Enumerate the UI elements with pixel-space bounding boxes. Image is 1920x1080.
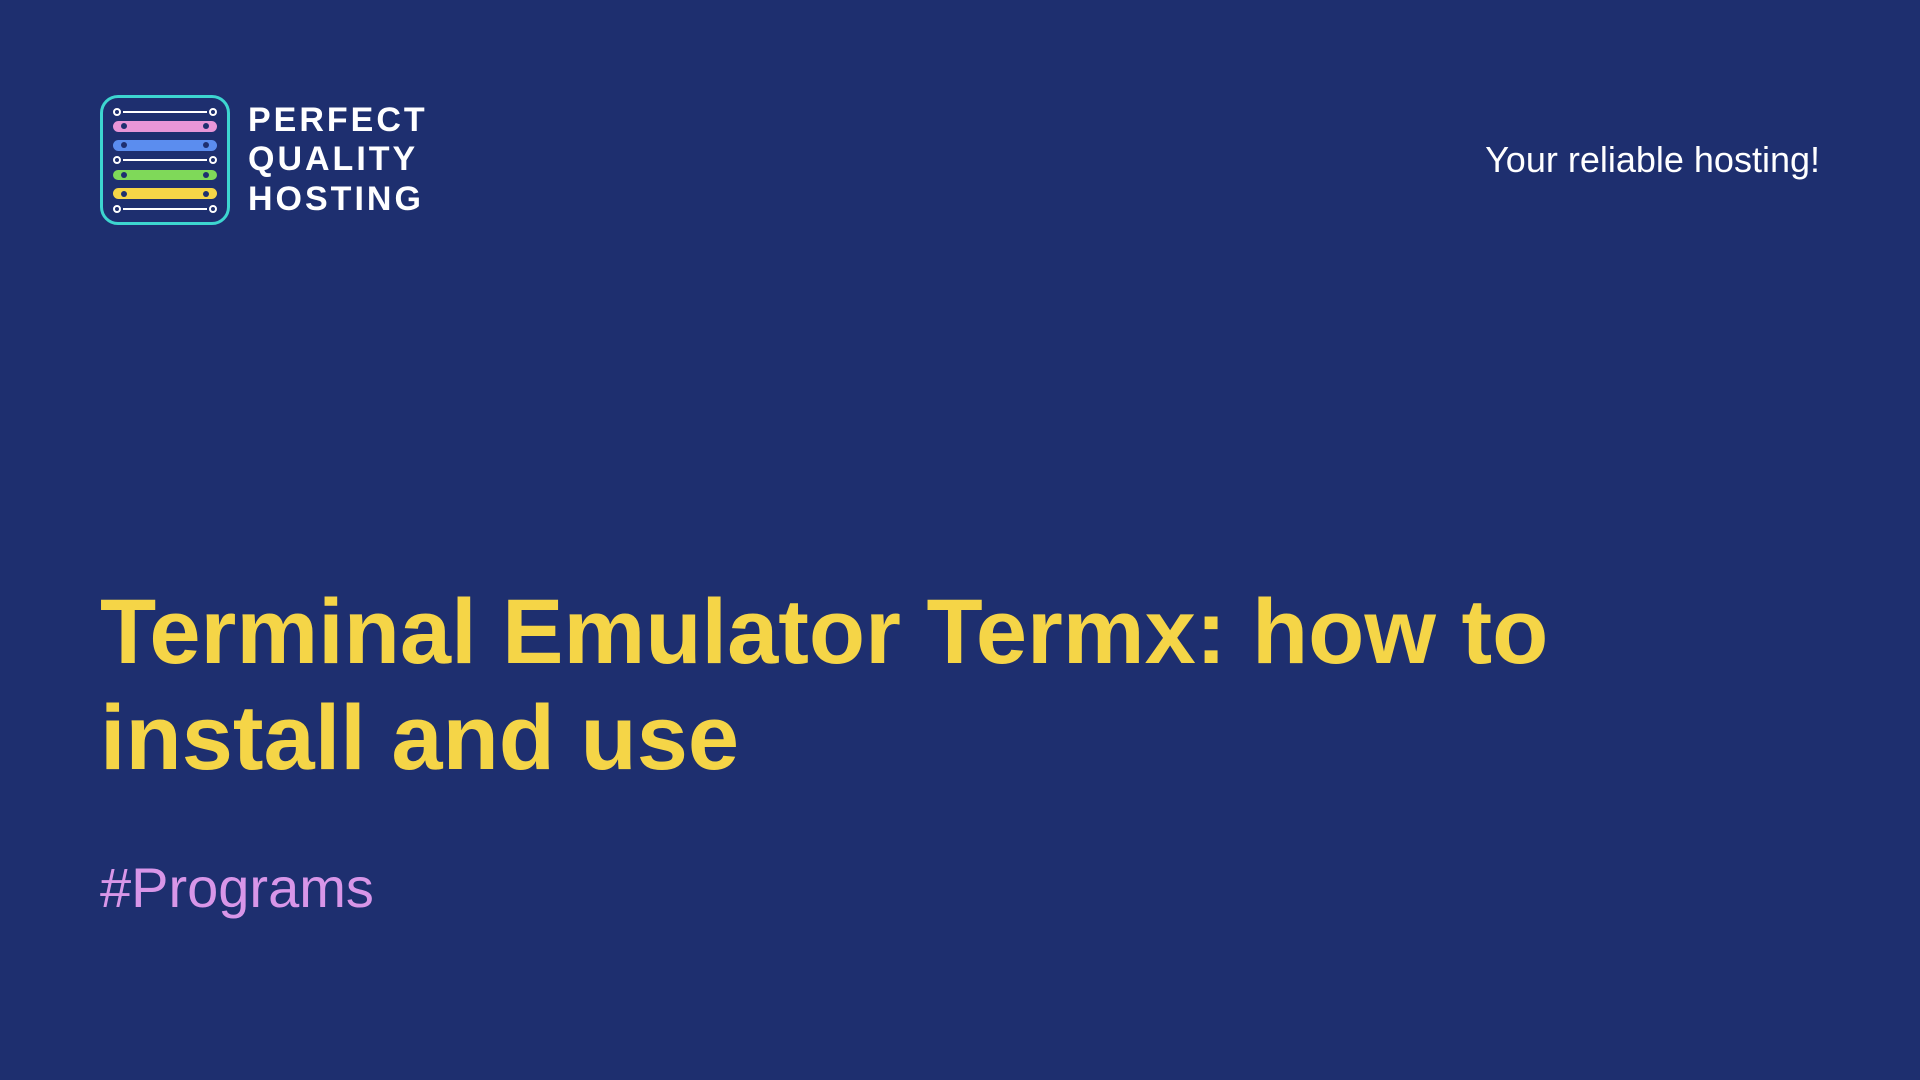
logo-text-line1: PERFECT xyxy=(248,101,428,140)
logo-icon xyxy=(100,95,230,225)
logo-text-line3: HOSTING xyxy=(248,180,428,219)
logo: PERFECT QUALITY HOSTING xyxy=(100,95,428,225)
logo-text: PERFECT QUALITY HOSTING xyxy=(248,101,428,218)
tagline: Your reliable hosting! xyxy=(1485,139,1820,181)
header: PERFECT QUALITY HOSTING Your reliable ho… xyxy=(100,95,1820,225)
hashtag-label: #Programs xyxy=(100,855,374,920)
page-title: Terminal Emulator Termx: how to install … xyxy=(100,580,1820,792)
logo-text-line2: QUALITY xyxy=(248,140,428,179)
